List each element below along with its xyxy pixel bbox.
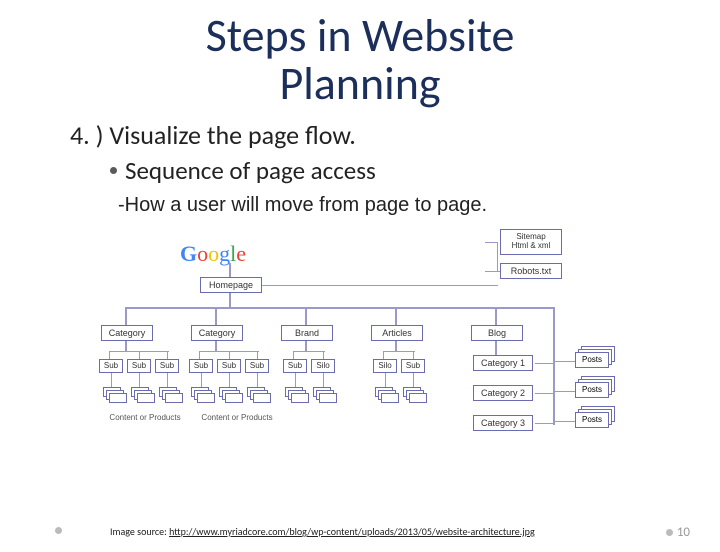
category-box-1: Category	[101, 325, 153, 341]
blog-category-2: Category 2	[473, 385, 533, 401]
caption-prefix: Image source:	[110, 525, 169, 538]
content-products-label-2: Content or Products	[187, 413, 287, 422]
sub-point: -How a user will move from page to page.	[118, 194, 720, 217]
silo-box: Silo	[373, 359, 397, 373]
image-source-caption: Image source: http://www.myriadcore.com/…	[110, 525, 535, 538]
category-box-2: Category	[191, 325, 243, 341]
sub-box: Sub	[217, 359, 241, 373]
blog-box: Blog	[471, 325, 523, 341]
blog-category-3: Category 3	[473, 415, 533, 431]
site-architecture-diagram: Google Sitemap Html & xml Robots.txt Hom…	[95, 229, 625, 459]
slide-title: Steps in Website Planning	[0, 12, 720, 109]
google-logo: Google	[180, 241, 246, 267]
blog-category-1: Category 1	[473, 355, 533, 371]
sitemap-box: Sitemap Html & xml	[500, 229, 562, 255]
main-point: 4. ) Visualize the page flow.	[70, 119, 720, 151]
brand-box: Brand	[281, 325, 333, 341]
page-number: 10	[666, 525, 690, 540]
bullet-1-row: Sequence of page access	[110, 155, 720, 186]
bullet-1-text: Sequence of page access	[125, 155, 376, 186]
articles-box: Articles	[371, 325, 423, 341]
sub-box: Sub	[401, 359, 425, 373]
decorative-dot-icon	[55, 527, 62, 534]
sub-box: Sub	[155, 359, 179, 373]
sub-box: Sub	[283, 359, 307, 373]
posts-stack-2: Posts	[575, 382, 609, 398]
homepage-box: Homepage	[200, 277, 262, 293]
sub-box: Sub	[189, 359, 213, 373]
bullet-dot-icon	[110, 167, 117, 174]
image-source-link[interactable]: http://www.myriadcore.com/blog/wp-conten…	[169, 525, 535, 538]
content-products-label-1: Content or Products	[95, 413, 195, 422]
sub-box: Sub	[127, 359, 151, 373]
posts-stack-1: Posts	[575, 352, 609, 368]
silo-box: Silo	[311, 359, 335, 373]
title-line-2: Planning	[279, 56, 440, 112]
robots-box: Robots.txt	[500, 263, 562, 279]
sub-box: Sub	[99, 359, 123, 373]
sub-box: Sub	[245, 359, 269, 373]
posts-stack-3: Posts	[575, 412, 609, 428]
